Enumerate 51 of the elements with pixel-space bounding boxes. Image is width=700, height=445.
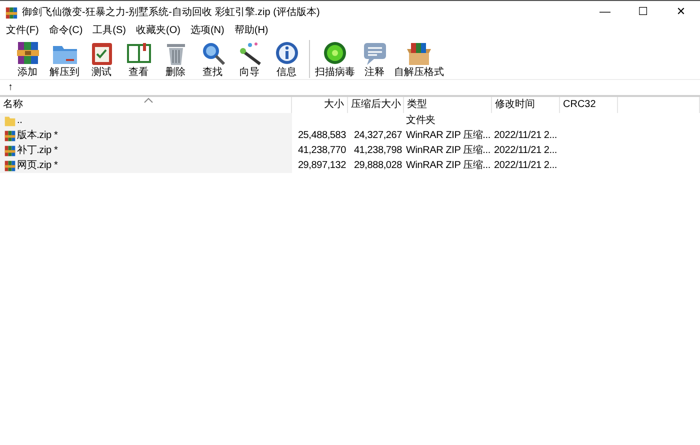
up-button[interactable]: ↑ — [8, 82, 13, 94]
column-header[interactable]: 类型 — [404, 97, 492, 113]
toolbar-button[interactable]: 删除 — [157, 40, 194, 78]
toolbar-button[interactable]: 信息 — [268, 40, 305, 78]
toolbar-button[interactable]: 测试 — [83, 40, 120, 78]
toolbar-button[interactable]: 添加 — [9, 40, 46, 78]
table-cell-text: WinRAR ZIP 压缩... — [405, 128, 492, 143]
toolbar-button[interactable]: 向导 — [231, 40, 268, 78]
column-header[interactable]: CRC32 — [560, 97, 618, 113]
menu-item[interactable]: 收藏夹(O) — [132, 25, 186, 37]
app-icon — [5, 6, 18, 20]
toolbar-button[interactable]: 查看 — [120, 40, 157, 78]
table-cell-text: 2022/11/21 2... — [493, 159, 558, 173]
table-cell-text: 25,488,583 — [296, 129, 347, 143]
table-cell-text: WinRAR ZIP 压缩... — [405, 144, 492, 158]
menu-item[interactable]: 选项(N) — [186, 25, 230, 37]
window-title: 御剑飞仙微变-狂暴之力-别墅系统-自动回收 彩虹引擎.zip (评估版本) — [22, 6, 321, 20]
maximize-button[interactable]: ☐ — [624, 2, 662, 24]
column-header[interactable]: 修改时间 — [492, 97, 560, 113]
file-name[interactable]: 网页.zip * — [17, 158, 58, 173]
file-name[interactable]: .. — [17, 113, 22, 128]
toolbar-button[interactable]: 注释 — [356, 40, 393, 78]
table-cell-text: 24,327,267 — [352, 129, 403, 143]
table-cell-text: 29,888,028 — [352, 159, 403, 173]
minimize-button[interactable]: — — [586, 2, 624, 24]
menu-item[interactable]: 帮助(H) — [230, 25, 274, 37]
toolbar-button[interactable]: 解压到 — [46, 40, 83, 78]
open-book-icon — [124, 40, 152, 66]
archive-icon — [4, 160, 16, 172]
table-cell-text: 29,897,132 — [296, 159, 347, 173]
table-cell-text: 41,238,770 — [296, 144, 347, 158]
virus-scan-icon — [321, 40, 349, 66]
table-cell-text: 2022/11/21 2... — [493, 144, 558, 158]
table-cell-text: 2022/11/21 2... — [493, 129, 558, 143]
column-header[interactable]: 大小 — [292, 97, 348, 113]
file-name[interactable]: 版本.zip * — [17, 128, 58, 143]
table-cell-text: 文件夹 — [405, 114, 436, 128]
menu-item[interactable]: 文件(F) — [2, 25, 45, 37]
open-box-icon — [405, 40, 433, 66]
file-name[interactable]: 补丁.zip * — [17, 143, 58, 158]
toolbar-button[interactable]: 扫描病毒 — [314, 40, 356, 78]
toolbar-button[interactable]: 查找 — [194, 40, 231, 78]
archive-icon — [4, 130, 16, 142]
table-cell-text: WinRAR ZIP 压缩... — [405, 158, 492, 173]
toolbar-button[interactable]: 自解压格式 — [393, 40, 445, 78]
column-header[interactable]: 压缩后大小 — [348, 97, 404, 113]
close-button[interactable]: ✕ — [662, 2, 700, 24]
table-cell-text: 41,238,798 — [352, 144, 403, 158]
menu-item[interactable]: 工具(S) — [88, 25, 132, 37]
archive-icon — [4, 144, 16, 156]
menu-item[interactable]: 命令(C) — [44, 25, 89, 37]
